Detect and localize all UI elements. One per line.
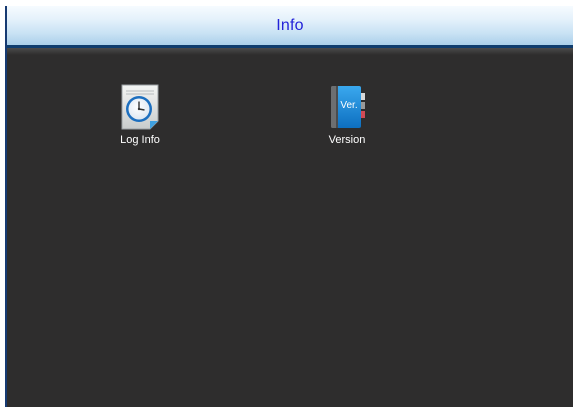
header-shadow (7, 48, 573, 55)
version-book-icon: Ver. (331, 86, 365, 128)
header-bar: Info (7, 6, 573, 48)
page-title: Info (276, 16, 304, 34)
version-badge-text: Ver. (340, 100, 357, 111)
log-info-label: Log Info (120, 134, 160, 146)
clock-document-icon (121, 84, 159, 130)
version-label: Version (328, 134, 366, 146)
info-window: Info Log Info Ver. Version (5, 6, 573, 407)
version-app[interactable]: Ver. Version (307, 83, 387, 146)
log-info-app[interactable]: Log Info (100, 83, 180, 146)
